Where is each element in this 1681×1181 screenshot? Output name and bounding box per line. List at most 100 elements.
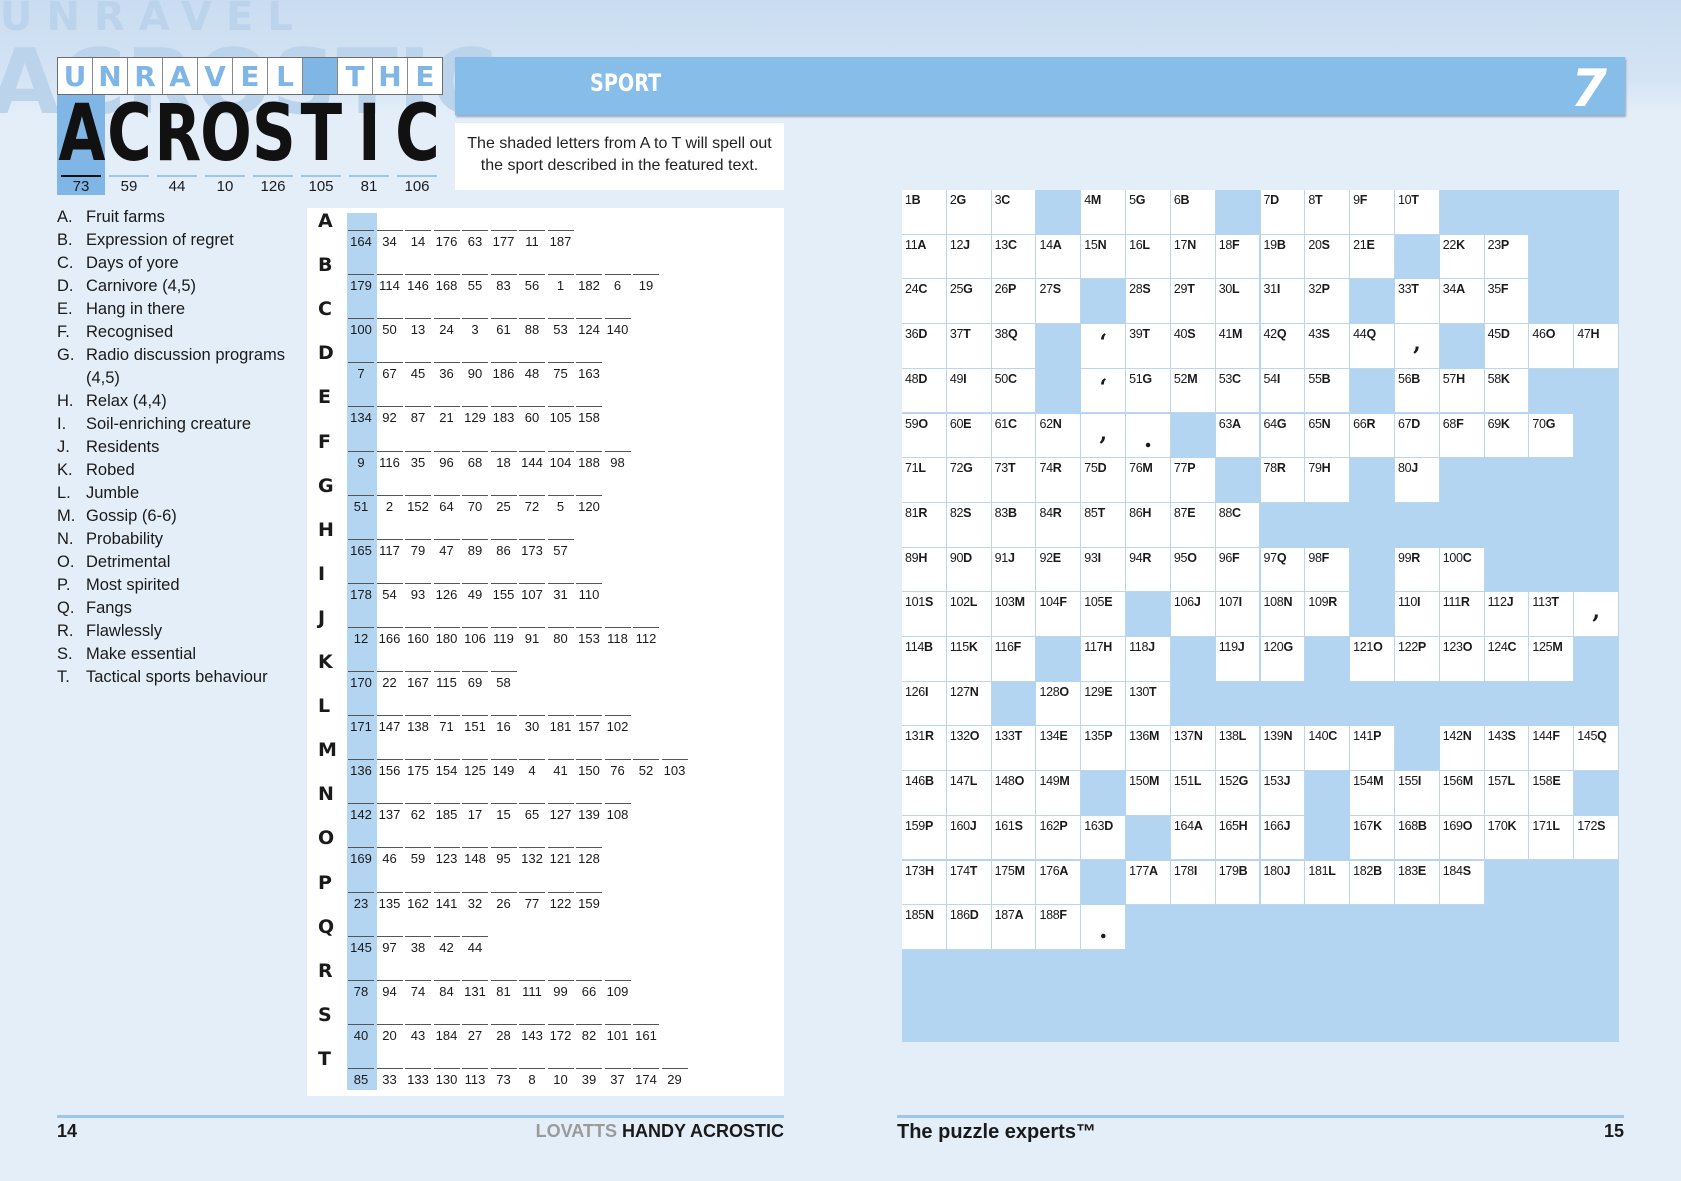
grid-cell[interactable]: 74R	[1036, 458, 1082, 503]
grid-cell[interactable]: 38Q	[991, 324, 1037, 369]
grid-cell[interactable]: 115K	[946, 637, 992, 682]
grid-cell[interactable]: 27S	[1036, 279, 1082, 325]
grid-cell[interactable]: 51G	[1126, 368, 1171, 414]
grid-cell[interactable]: 107I	[1215, 592, 1261, 637]
grid-cell[interactable]: 94R	[1126, 547, 1171, 593]
grid-cell[interactable]: 137N	[1170, 726, 1216, 772]
grid-cell[interactable]: 145Q	[1574, 726, 1619, 772]
grid-cell[interactable]: 172S	[1574, 815, 1619, 861]
grid-cell[interactable]: 85T	[1081, 502, 1127, 548]
grid-cell[interactable]: 30L	[1215, 279, 1261, 325]
grid-cell[interactable]: 146B	[902, 771, 947, 816]
grid-cell[interactable]: 80J	[1394, 458, 1440, 503]
grid-cell[interactable]: 16L	[1126, 234, 1171, 280]
grid-cell[interactable]: 10T	[1394, 190, 1440, 235]
grid-cell[interactable]: 152G	[1215, 771, 1261, 816]
grid-cell[interactable]: 90D	[946, 547, 992, 593]
grid-cell[interactable]: 20S	[1305, 234, 1351, 280]
grid-punctuation-cell[interactable]: ‘	[1081, 324, 1127, 369]
grid-cell[interactable]: 144F	[1529, 726, 1575, 772]
grid-cell[interactable]: 110I	[1394, 592, 1440, 637]
grid-cell[interactable]: 142N	[1439, 726, 1485, 772]
grid-cell[interactable]: 173H	[902, 860, 947, 906]
grid-cell[interactable]: 2G	[946, 190, 992, 235]
grid-cell[interactable]: 60E	[946, 413, 992, 459]
grid-cell[interactable]: 75D	[1081, 458, 1127, 503]
grid-cell[interactable]: 97Q	[1260, 547, 1306, 593]
grid-cell[interactable]: 70G	[1529, 413, 1575, 459]
grid-cell[interactable]: 155I	[1394, 771, 1440, 816]
grid-cell[interactable]: 141P	[1350, 726, 1395, 772]
grid-cell[interactable]: 124C	[1484, 637, 1530, 682]
grid-cell[interactable]: 166J	[1260, 815, 1306, 861]
grid-cell[interactable]: 111R	[1439, 592, 1485, 637]
grid-punctuation-cell[interactable]: .	[1081, 905, 1127, 950]
grid-cell[interactable]: 22K	[1439, 234, 1485, 280]
grid-cell[interactable]: 109R	[1305, 592, 1351, 637]
grid-cell[interactable]: 101S	[902, 592, 947, 637]
grid-cell[interactable]: 5G	[1126, 190, 1171, 235]
grid-cell[interactable]: 188F	[1036, 905, 1082, 950]
grid-cell[interactable]: 40S	[1170, 324, 1216, 369]
grid-cell[interactable]: 131R	[902, 726, 947, 772]
grid-cell[interactable]: 87E	[1170, 502, 1216, 548]
grid-cell[interactable]: 17N	[1170, 234, 1216, 280]
grid-cell[interactable]: 71L	[902, 458, 947, 503]
grid-cell[interactable]: 45D	[1484, 324, 1530, 369]
grid-cell[interactable]: 86H	[1126, 502, 1171, 548]
grid-cell[interactable]: 156M	[1439, 771, 1485, 816]
grid-cell[interactable]: 116F	[991, 637, 1037, 682]
grid-cell[interactable]: 53C	[1215, 368, 1261, 414]
grid-cell[interactable]: 149M	[1036, 771, 1082, 816]
grid-cell[interactable]: 54I	[1260, 368, 1306, 414]
grid-cell[interactable]: 138L	[1215, 726, 1261, 772]
grid-cell[interactable]: 4M	[1081, 190, 1127, 235]
grid-cell[interactable]: 33T	[1394, 279, 1440, 325]
grid-cell[interactable]: 83B	[991, 502, 1037, 548]
grid-cell[interactable]: 89H	[902, 547, 947, 593]
grid-cell[interactable]: 72G	[946, 458, 992, 503]
grid-cell[interactable]: 26P	[991, 279, 1037, 325]
grid-cell[interactable]: 59O	[902, 413, 947, 459]
grid-cell[interactable]: 154M	[1350, 771, 1395, 816]
grid-cell[interactable]: 128O	[1036, 681, 1082, 727]
grid-cell[interactable]: 25G	[946, 279, 992, 325]
grid-cell[interactable]: 163D	[1081, 815, 1127, 861]
grid-cell[interactable]: 43S	[1305, 324, 1351, 369]
grid-cell[interactable]: 118J	[1126, 637, 1171, 682]
grid-punctuation-cell[interactable]: ,	[1081, 413, 1127, 459]
grid-cell[interactable]: 68F	[1439, 413, 1485, 459]
grid-cell[interactable]: 162P	[1036, 815, 1082, 861]
grid-cell[interactable]: 36D	[902, 324, 947, 369]
grid-cell[interactable]: 50C	[991, 368, 1037, 414]
grid-cell[interactable]: 106J	[1170, 592, 1216, 637]
grid-cell[interactable]: 23P	[1484, 234, 1530, 280]
grid-cell[interactable]: 183E	[1394, 860, 1440, 906]
grid-cell[interactable]: 151L	[1170, 771, 1216, 816]
grid-cell[interactable]: 123O	[1439, 637, 1485, 682]
grid-cell[interactable]: 13C	[991, 234, 1037, 280]
grid-cell[interactable]: 28S	[1126, 279, 1171, 325]
grid-cell[interactable]: 66R	[1350, 413, 1395, 459]
grid-cell[interactable]: 47H	[1574, 324, 1619, 369]
grid-cell[interactable]: 61C	[991, 413, 1037, 459]
grid-cell[interactable]: 32P	[1305, 279, 1351, 325]
grid-cell[interactable]: 7D	[1260, 190, 1306, 235]
grid-cell[interactable]: 91J	[991, 547, 1037, 593]
grid-cell[interactable]: 3C	[991, 190, 1037, 235]
grid-cell[interactable]: 39T	[1126, 324, 1171, 369]
grid-cell[interactable]: 76M	[1126, 458, 1171, 503]
grid-cell[interactable]: 69K	[1484, 413, 1530, 459]
grid-cell[interactable]: 125M	[1529, 637, 1575, 682]
grid-cell[interactable]: 135P	[1081, 726, 1127, 772]
grid-cell[interactable]: 6B	[1170, 190, 1216, 235]
grid-cell[interactable]: 48D	[902, 368, 947, 414]
grid-cell[interactable]: 92E	[1036, 547, 1082, 593]
grid-cell[interactable]: 122P	[1394, 637, 1440, 682]
grid-cell[interactable]: 140C	[1305, 726, 1351, 772]
grid-cell[interactable]: 98F	[1305, 547, 1351, 593]
grid-punctuation-cell[interactable]: ‘	[1081, 368, 1127, 414]
grid-cell[interactable]: 185N	[902, 905, 947, 950]
grid-punctuation-cell[interactable]: ,	[1394, 324, 1440, 369]
grid-cell[interactable]: 160J	[946, 815, 992, 861]
